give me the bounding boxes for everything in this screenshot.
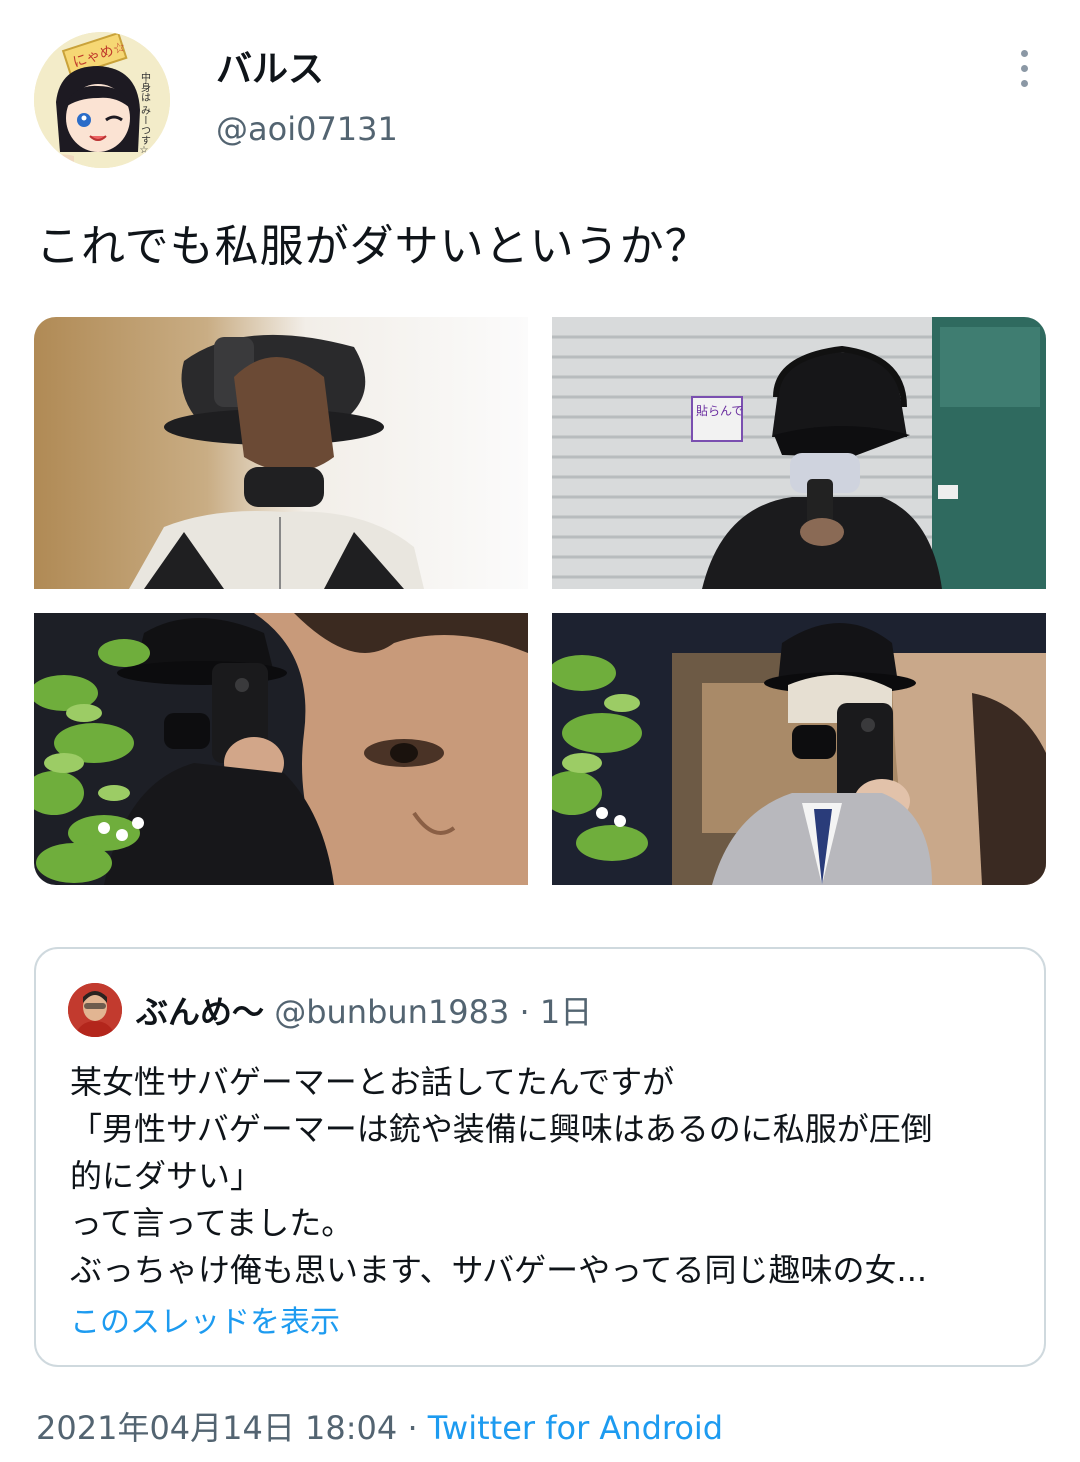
photo-1[interactable] [34, 317, 528, 589]
quoted-avatar-image [68, 983, 122, 1037]
quoted-display-name[interactable]: ぶんめ〜 [136, 993, 264, 1031]
photo-1-image [34, 317, 528, 589]
quoted-text: 某女性サバゲーマーとお話してたんですが 「男性サバゲーマーは銃や装備に興味はある… [70, 1059, 1020, 1294]
avatar-side-text: 中身は みーつす☆ [139, 71, 151, 156]
user-handle[interactable]: @aoi07131 [216, 110, 398, 148]
quoted-separator: · [519, 993, 530, 1031]
photo-3[interactable] [34, 613, 528, 885]
meta-separator: · [407, 1409, 418, 1447]
photo-4-image [552, 613, 1046, 885]
photo-2-image: 貼らんで [552, 317, 1046, 589]
tweet-client-link[interactable]: Twitter for Android [428, 1409, 723, 1447]
tweet-timestamp[interactable]: 2021年04月14日 18:04 [36, 1409, 397, 1447]
quoted-header: ぶんめ〜 @bunbun1983 · 1日 [136, 987, 592, 1033]
quoted-text-line: 「男性サバゲーマーは銃や装備に興味はあるのに私服が圧倒 [70, 1110, 933, 1148]
tweet-meta: 2021年04月14日 18:04 · Twitter for Android [36, 1403, 723, 1449]
media-grid: 貼らんで [34, 317, 1046, 885]
photo-4[interactable] [552, 613, 1046, 885]
avatar-illustration: にゃめ☆ 中身は みーつす☆ [34, 32, 170, 168]
photo-2[interactable]: 貼らんで [552, 317, 1046, 589]
quoted-text-line: 的にダサい」 [70, 1157, 263, 1195]
quoted-avatar[interactable] [68, 983, 122, 1037]
quoted-text-line: って言ってました。 [70, 1204, 354, 1242]
tweet-text: これでも私服がダサいというか？ [36, 221, 710, 272]
avatar[interactable]: にゃめ☆ 中身は みーつす☆ [34, 32, 170, 168]
quoted-text-line: ぶっちゃけ俺も思います、サバゲーやってる同じ趣味の女... [70, 1251, 928, 1289]
photo-2-sign-text: 貼らんで [696, 403, 743, 418]
more-dot [1020, 79, 1028, 87]
more-vertical-icon[interactable] [1004, 40, 1044, 96]
quoted-tweet[interactable]: ぶんめ〜 @bunbun1983 · 1日 某女性サバゲーマーとお話してたんです… [34, 947, 1046, 1367]
quoted-text-line: 某女性サバゲーマーとお話してたんですが [70, 1063, 675, 1101]
quoted-user-handle[interactable]: @bunbun1983 [274, 993, 509, 1031]
photo-3-image [34, 613, 528, 885]
more-dot [1020, 49, 1028, 57]
more-dot [1020, 64, 1028, 72]
quoted-timestamp: 1日 [539, 993, 593, 1031]
show-thread-link[interactable]: このスレッドを表示 [70, 1297, 340, 1341]
display-name[interactable]: バルス [216, 40, 324, 92]
